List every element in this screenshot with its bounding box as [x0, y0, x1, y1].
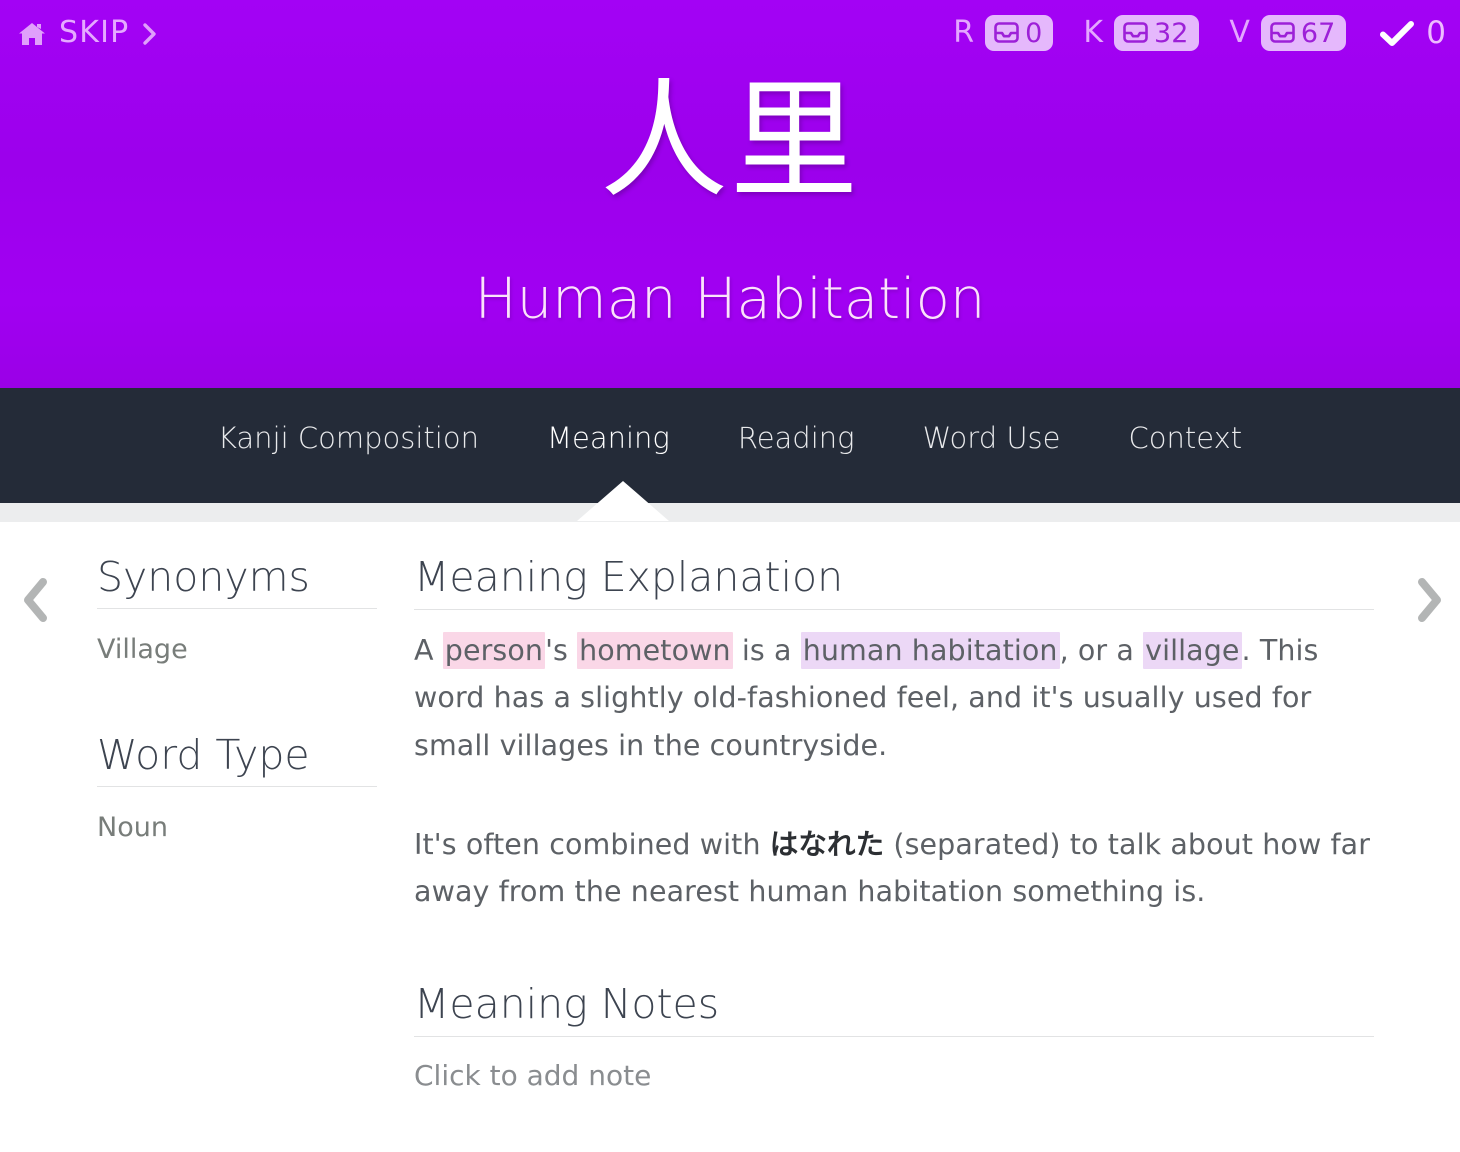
active-tab-pointer — [577, 481, 669, 521]
highlight-village[interactable]: village — [1143, 632, 1242, 670]
meaning-notes-input[interactable]: Click to add note — [414, 1037, 1374, 1092]
meaning-explanation-title: Meaning Explanation — [414, 553, 844, 601]
srs-counters: R 0 K 32 V 67 0 — [923, 15, 1446, 51]
skip-label: SKIP — [59, 15, 130, 50]
counter-vocabulary[interactable]: V 67 — [1229, 15, 1347, 51]
header-top-bar: SKIP R 0 K 32 V 67 0 — [0, 0, 1460, 66]
para1-text-3: is a — [732, 634, 801, 668]
tab-list: Kanji Composition Meaning Reading Word U… — [0, 388, 1460, 503]
tab-meaning[interactable]: Meaning — [513, 424, 704, 453]
word-type-section: Word Type Noun — [97, 730, 377, 847]
meaning-notes-section: Meaning Notes Click to add note — [414, 916, 1374, 1092]
word-header: SKIP R 0 K 32 V 67 0 人里 Human Habitation — [0, 0, 1460, 388]
counter-kanji[interactable]: K 32 — [1083, 15, 1200, 51]
kanji-count: 32 — [1154, 18, 1189, 49]
vocabulary-count: 67 — [1300, 18, 1336, 49]
word-type-value: Noun — [97, 811, 168, 843]
radical-count: 0 — [1025, 18, 1043, 49]
kanji-badge[interactable]: 32 — [1114, 15, 1200, 51]
completed-count: 0 — [1426, 14, 1446, 51]
highlight-hometown[interactable]: hometown — [577, 632, 733, 670]
para1-text-1: A — [414, 634, 443, 668]
chevron-right-icon — [142, 22, 158, 46]
meaning-sidebar: Synonyms Village Word Type Noun — [97, 553, 377, 847]
counter-letter-k: K — [1083, 15, 1104, 50]
check-icon — [1380, 20, 1415, 47]
para1-text-4: , or a — [1059, 634, 1144, 668]
meaning-explanation-paragraph-2: It's often combined with はなれた (separated… — [414, 769, 1374, 916]
para2-text-1: It's often combined with — [414, 827, 770, 861]
radical-badge[interactable]: 0 — [985, 15, 1054, 51]
synonyms-title: Synonyms — [97, 553, 310, 601]
tab-reading[interactable]: Reading — [704, 424, 889, 453]
tab-context[interactable]: Context — [1095, 424, 1277, 453]
meaning-main-column: Meaning Explanation A person's hometown … — [414, 553, 1374, 1092]
home-icon[interactable] — [18, 21, 46, 48]
page-title-kanji: 人里 — [599, 67, 860, 216]
inbox-tray-icon — [1270, 22, 1295, 43]
meaning-explanation-section: Meaning Explanation A person's hometown … — [414, 553, 1374, 916]
tab-word-use[interactable]: Word Use — [889, 424, 1095, 453]
synonyms-section: Synonyms Village — [97, 553, 377, 669]
chevron-left-icon[interactable] — [14, 572, 58, 628]
content-top-strip — [0, 503, 1460, 522]
app-root: SKIP R 0 K 32 V 67 0 人里 Human Habitation… — [0, 0, 1460, 1152]
meaning-explanation-paragraph-1: A person's hometown is a human habitatio… — [414, 610, 1374, 769]
meaning-notes-title: Meaning Notes — [414, 979, 720, 1028]
counter-letter-r: R — [953, 15, 975, 50]
chevron-right-icon[interactable] — [1407, 572, 1451, 628]
vocabulary-badge[interactable]: 67 — [1260, 15, 1347, 51]
counter-radicals[interactable]: R 0 — [953, 15, 1054, 51]
highlight-person[interactable]: person — [442, 632, 546, 670]
synonyms-value[interactable]: Village — [97, 609, 377, 669]
inbox-tray-icon — [994, 22, 1019, 43]
section-tabbar: Kanji Composition Meaning Reading Word U… — [0, 388, 1460, 503]
word-type-title: Word Type — [97, 730, 310, 779]
para1-text-2: 's — [545, 634, 578, 668]
inbox-tray-icon — [1123, 22, 1148, 43]
completed-counter: 0 — [1380, 14, 1446, 51]
highlight-human-habitation[interactable]: human habitation — [800, 632, 1060, 670]
page-subtitle-meaning: Human Habitation — [474, 267, 986, 332]
tab-kanji-composition[interactable]: Kanji Composition — [184, 424, 513, 453]
skip-button[interactable]: SKIP — [18, 18, 158, 48]
counter-letter-v: V — [1229, 15, 1250, 50]
japanese-term-hanareta: はなれた — [769, 827, 885, 861]
